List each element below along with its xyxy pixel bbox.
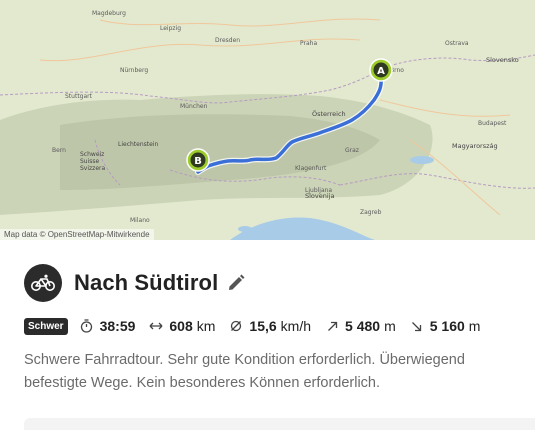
map-label: Schweiz [80, 151, 104, 158]
map-label: Zagreb [360, 209, 382, 216]
downhill-stat: 5 160 m [410, 318, 481, 334]
speed-value: 15,6 [249, 318, 277, 334]
distance-stat: 608 km [149, 318, 215, 334]
distance-unit: km [196, 318, 216, 334]
tour-description: Schwere Fahrradtour. Sehr gute Kondition… [24, 352, 465, 391]
map-label: Milano [130, 217, 150, 224]
map-label: München [180, 103, 208, 110]
duration-stat: 38:59 [80, 318, 136, 334]
next-section-card [24, 418, 535, 430]
map-label: Dresden [215, 37, 240, 44]
map-label: Ostrava [445, 40, 469, 47]
tour-info-panel: Nach Südtirol Schwer 38:59 608 km 15,6 k… [0, 240, 535, 430]
tour-stats: Schwer 38:59 608 km 15,6 km/h 5 480 m 5 … [24, 316, 480, 336]
distance-value: 608 [169, 318, 193, 334]
speed-icon [229, 319, 243, 333]
map-label: Suisse [80, 158, 100, 165]
bicycle-icon [24, 264, 62, 302]
map-label: Stuttgart [65, 93, 93, 100]
tour-title: Nach Südtirol [74, 270, 219, 295]
duration-value: 38:59 [99, 318, 136, 334]
map-label: Praha [300, 40, 317, 47]
map-label: Svizzera [80, 165, 105, 172]
downhill-value: 5 160 [429, 318, 465, 334]
map-attribution[interactable]: Map data © OpenStreetMap-Mitwirkende [0, 229, 154, 240]
speed-stat: 15,6 km/h [229, 318, 311, 334]
map-label: Klagenfurt [295, 165, 327, 172]
end-marker-label: B [194, 156, 202, 167]
start-marker[interactable]: A [369, 58, 393, 82]
arrow-down-right-icon [410, 319, 424, 333]
end-marker[interactable]: B [186, 148, 210, 172]
downhill-unit: m [468, 318, 481, 334]
start-marker-label: A [377, 66, 385, 77]
stopwatch-icon [80, 319, 94, 333]
map-label: Magdeburg [92, 10, 126, 17]
tour-header: Nach Südtirol [24, 264, 246, 302]
map-view[interactable]: Magdeburg Leipzig Dresden Praha Nürnberg… [0, 0, 535, 240]
horizontal-arrows-icon [149, 319, 163, 333]
map-label: Nürnberg [120, 67, 148, 74]
map-label: Graz [345, 147, 359, 154]
difficulty-badge: Schwer [24, 317, 68, 335]
map-label: Budapest [478, 120, 507, 127]
uphill-stat: 5 480 m [325, 318, 396, 334]
map-label: Leipzig [160, 25, 181, 32]
map-canvas[interactable]: Magdeburg Leipzig Dresden Praha Nürnberg… [0, 0, 535, 240]
uphill-value: 5 480 [345, 318, 381, 334]
arrow-up-right-icon [325, 319, 339, 333]
pencil-icon[interactable] [226, 273, 246, 293]
map-label: Magyarország [452, 142, 498, 150]
map-label: Österreich [312, 109, 346, 118]
speed-unit: km/h [280, 318, 312, 334]
uphill-unit: m [384, 318, 396, 334]
map-label: Ljubljana [305, 187, 332, 194]
map-label: Bern [52, 147, 66, 154]
map-label: Slovensko [486, 56, 519, 64]
map-label: Liechtenstein [118, 141, 158, 148]
